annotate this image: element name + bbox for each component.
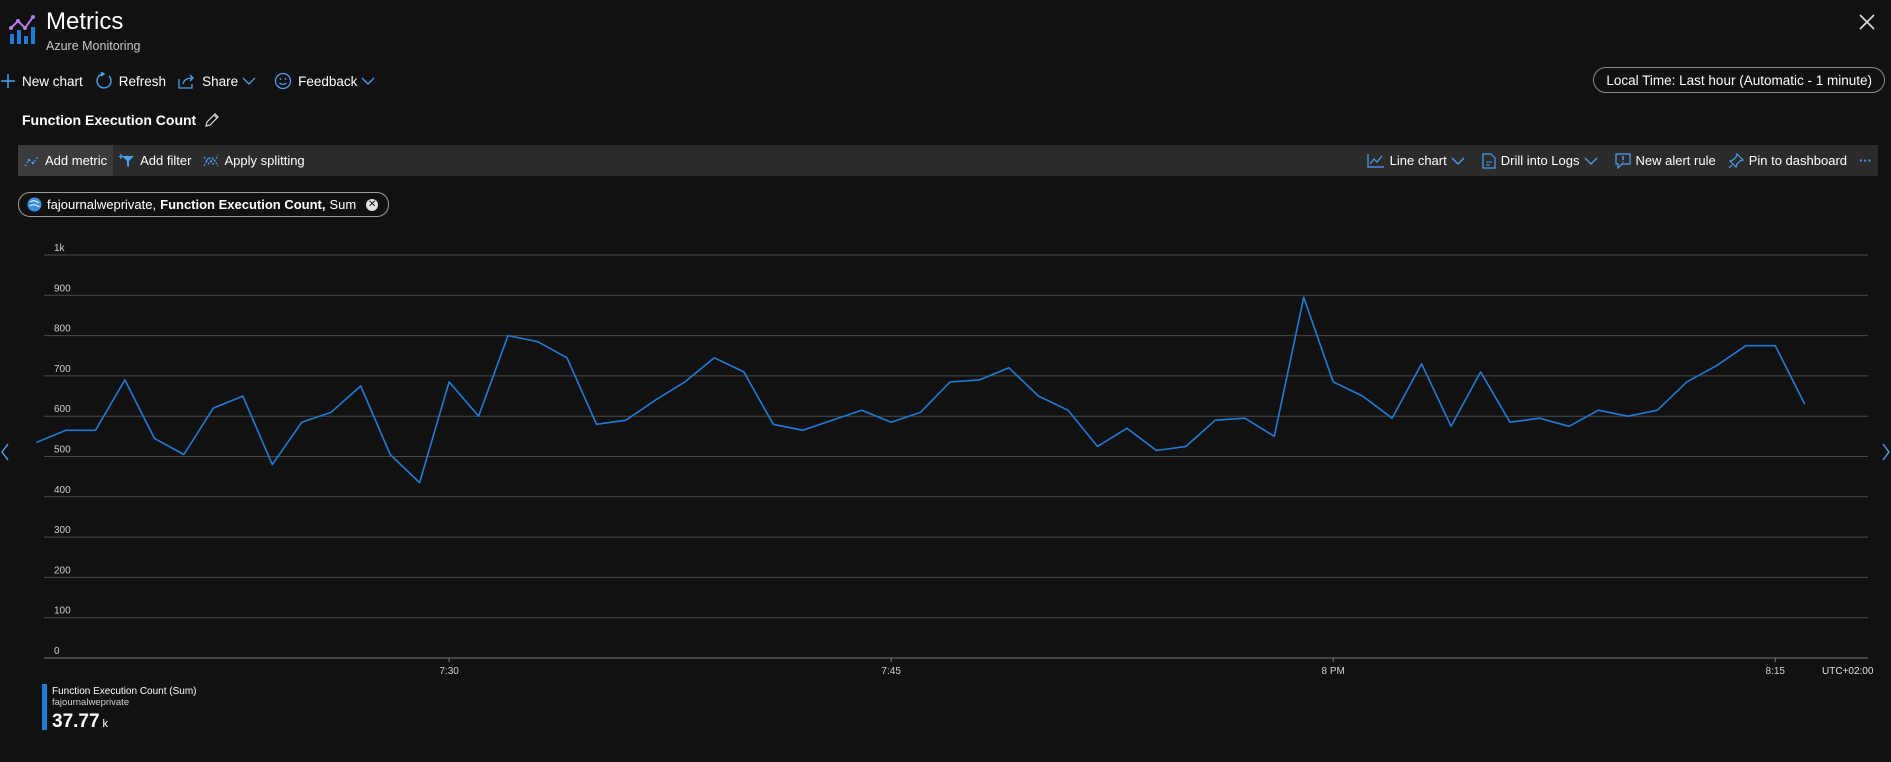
y-tick-label: 600 (54, 404, 71, 415)
metric-pill-resource: fajournalweprivate, (47, 197, 157, 212)
refresh-button[interactable]: Refresh (95, 72, 166, 90)
line-chart: 0 100 200 300 400 500 600 700 800 900 1k 7:30 7:45 8 … (36, 243, 1874, 677)
line-chart-label: Line chart (1389, 153, 1447, 168)
pin-to-dashboard-label: Pin to dashboard (1748, 153, 1847, 168)
chevron-left-icon[interactable] (0, 442, 10, 462)
line-chart-icon (1367, 153, 1384, 168)
refresh-icon (96, 72, 112, 89)
y-tick-label: 0 (54, 646, 60, 657)
metric-pill-metric: Function Execution Count, (160, 197, 326, 212)
new-chart-label: New chart (22, 73, 83, 89)
y-tick-label: 100 (54, 606, 71, 617)
more-options-button[interactable]: ··· (1853, 145, 1878, 176)
add-metric-label: Add metric (45, 153, 108, 168)
x-tick-label: 8:15 (1766, 666, 1786, 677)
y-tick-label: 1k (54, 243, 66, 254)
pin-icon (1728, 152, 1744, 168)
y-tick-label: 900 (54, 283, 71, 294)
y-tick-label: 500 (54, 445, 71, 456)
metric-pill-aggregation: Sum (329, 197, 357, 212)
timezone-label: UTC+02:00 (1822, 666, 1874, 677)
y-tick-label: 700 (54, 364, 71, 375)
plus-icon (1, 74, 15, 88)
x-tick-label: 8 PM (1322, 666, 1345, 677)
share-label: Share (202, 73, 239, 89)
add-metric-button[interactable]: Add metric (18, 145, 114, 176)
refresh-label: Refresh (118, 73, 167, 89)
chevron-down-icon (361, 77, 375, 85)
chevron-right-icon[interactable] (1881, 442, 1891, 462)
legend-color-swatch (42, 684, 47, 730)
chevron-down-icon (242, 77, 256, 85)
drill-into-logs-dropdown[interactable]: Drill into Logs (1476, 145, 1609, 176)
x-tick-label: 7:45 (881, 666, 901, 677)
chart-title-text: Function Execution Count (22, 112, 197, 128)
legend-value: 37.77 k (52, 711, 197, 733)
new-chart-button[interactable]: New chart (0, 73, 83, 89)
apply-splitting-label: Apply splitting (224, 153, 305, 168)
time-range-picker[interactable]: Local Time: Last hour (Automatic - 1 min… (1593, 67, 1885, 93)
legend-value-unit: k (102, 718, 109, 730)
legend-metric-name: Function Execution Count (Sum) (52, 686, 197, 697)
pin-to-dashboard-button[interactable]: Pin to dashboard (1722, 145, 1853, 176)
add-filter-label: Add filter (140, 153, 192, 168)
page-title: Metrics (46, 8, 124, 35)
share-icon (178, 74, 194, 89)
metrics-logo-icon (8, 14, 36, 46)
feedback-label: Feedback (298, 73, 358, 89)
y-tick-label: 400 (54, 485, 71, 496)
alert-icon (1614, 152, 1631, 169)
splitting-icon (203, 154, 219, 166)
chart-title[interactable]: Function Execution Count (22, 112, 220, 128)
series-line (36, 296, 1806, 484)
legend-resource-name: fajournalweprivate (52, 697, 130, 708)
remove-metric-icon[interactable]: ✕ (366, 198, 379, 211)
apply-splitting-button[interactable]: Apply splitting (197, 145, 310, 176)
new-alert-rule-button[interactable]: New alert rule (1609, 145, 1722, 176)
function-app-icon (27, 197, 42, 212)
y-tick-label: 200 (54, 565, 71, 576)
y-tick-label: 300 (54, 525, 71, 536)
metric-pill[interactable]: fajournalweprivate, Function Execution C… (18, 192, 390, 217)
add-metric-icon (24, 156, 39, 166)
add-filter-button[interactable]: Add filter (113, 145, 197, 176)
chevron-down-icon (1584, 157, 1597, 165)
command-bar: New chart Refresh Share Feedback (0, 70, 393, 92)
line-chart-dropdown[interactable]: Line chart (1361, 145, 1476, 176)
pencil-icon (205, 113, 220, 127)
drill-into-logs-label: Drill into Logs (1500, 153, 1580, 168)
new-alert-rule-label: New alert rule (1635, 153, 1716, 168)
legend-value-number: 37.77 (52, 711, 100, 732)
x-tick-label: 7:30 (439, 666, 459, 677)
page-subtitle: Azure Monitoring (46, 39, 141, 53)
smiley-icon (274, 72, 292, 90)
y-tick-label: 800 (54, 324, 71, 335)
close-icon[interactable] (1857, 12, 1877, 32)
chevron-down-icon (1451, 157, 1465, 165)
logs-icon (1482, 152, 1496, 169)
filter-icon (119, 153, 135, 167)
feedback-button[interactable]: Feedback (274, 72, 381, 90)
share-button[interactable]: Share (178, 73, 262, 89)
chart-toolbar: Add metric Add filter Apply splitting Li… (18, 145, 1878, 176)
